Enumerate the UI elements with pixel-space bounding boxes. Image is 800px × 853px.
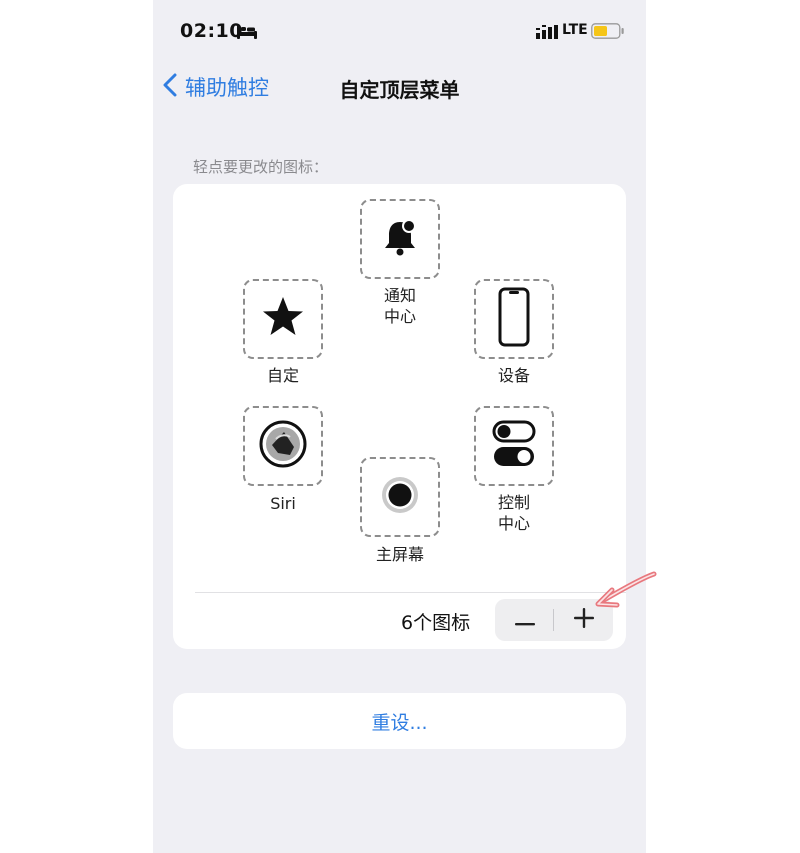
home-button-icon: [380, 475, 420, 519]
signal-icon: [536, 24, 558, 43]
slot-notification-center[interactable]: [360, 199, 440, 279]
slot-label-control-center: 控制 中心: [497, 493, 530, 533]
toggle-switches-icon: [492, 420, 536, 472]
bed-icon: [237, 24, 257, 43]
slot-label-notification-center: 通知 中心: [383, 286, 416, 326]
slot-siri[interactable]: [243, 406, 323, 486]
icon-layout-card: 通知 中心 自定 设备 Siri 控制 中心 主屏幕 6个图标: [173, 184, 626, 649]
slot-device[interactable]: [474, 279, 554, 359]
icon-count-label: 6个图标: [401, 612, 471, 634]
star-icon: [261, 295, 305, 343]
status-bar: 02:10 LTE: [153, 0, 646, 60]
reset-button[interactable]: 重设...: [173, 693, 626, 749]
slot-control-center[interactable]: [474, 406, 554, 486]
battery-icon: [591, 23, 625, 43]
network-type: LTE: [562, 22, 588, 38]
bell-icon: [380, 217, 420, 261]
phone-screen: 02:10 LTE 辅助触控 自定顶层菜单 轻点要更改的图标： 通知 中心 自定…: [153, 0, 646, 853]
annotation-arrow-icon: [590, 568, 658, 616]
slot-label-device: 设备: [497, 366, 530, 385]
status-time: 02:10: [180, 20, 243, 42]
slot-custom[interactable]: [243, 279, 323, 359]
page-title: 自定顶层菜单: [339, 78, 460, 102]
minus-icon: [514, 611, 535, 630]
divider: [195, 592, 626, 593]
decrease-button[interactable]: [495, 599, 554, 641]
phone-device-icon: [498, 287, 530, 351]
reset-button-label: 重设...: [371, 711, 428, 734]
siri-icon: [258, 419, 308, 473]
slot-label-custom: 自定: [266, 366, 299, 385]
slot-home-screen[interactable]: [360, 457, 440, 537]
slot-label-home-screen: 主屏幕: [375, 545, 424, 564]
slot-label-siri: Siri: [270, 494, 296, 513]
navigation-bar: 辅助触控 自定顶层菜单: [153, 62, 646, 112]
section-label: 轻点要更改的图标：: [193, 158, 329, 176]
